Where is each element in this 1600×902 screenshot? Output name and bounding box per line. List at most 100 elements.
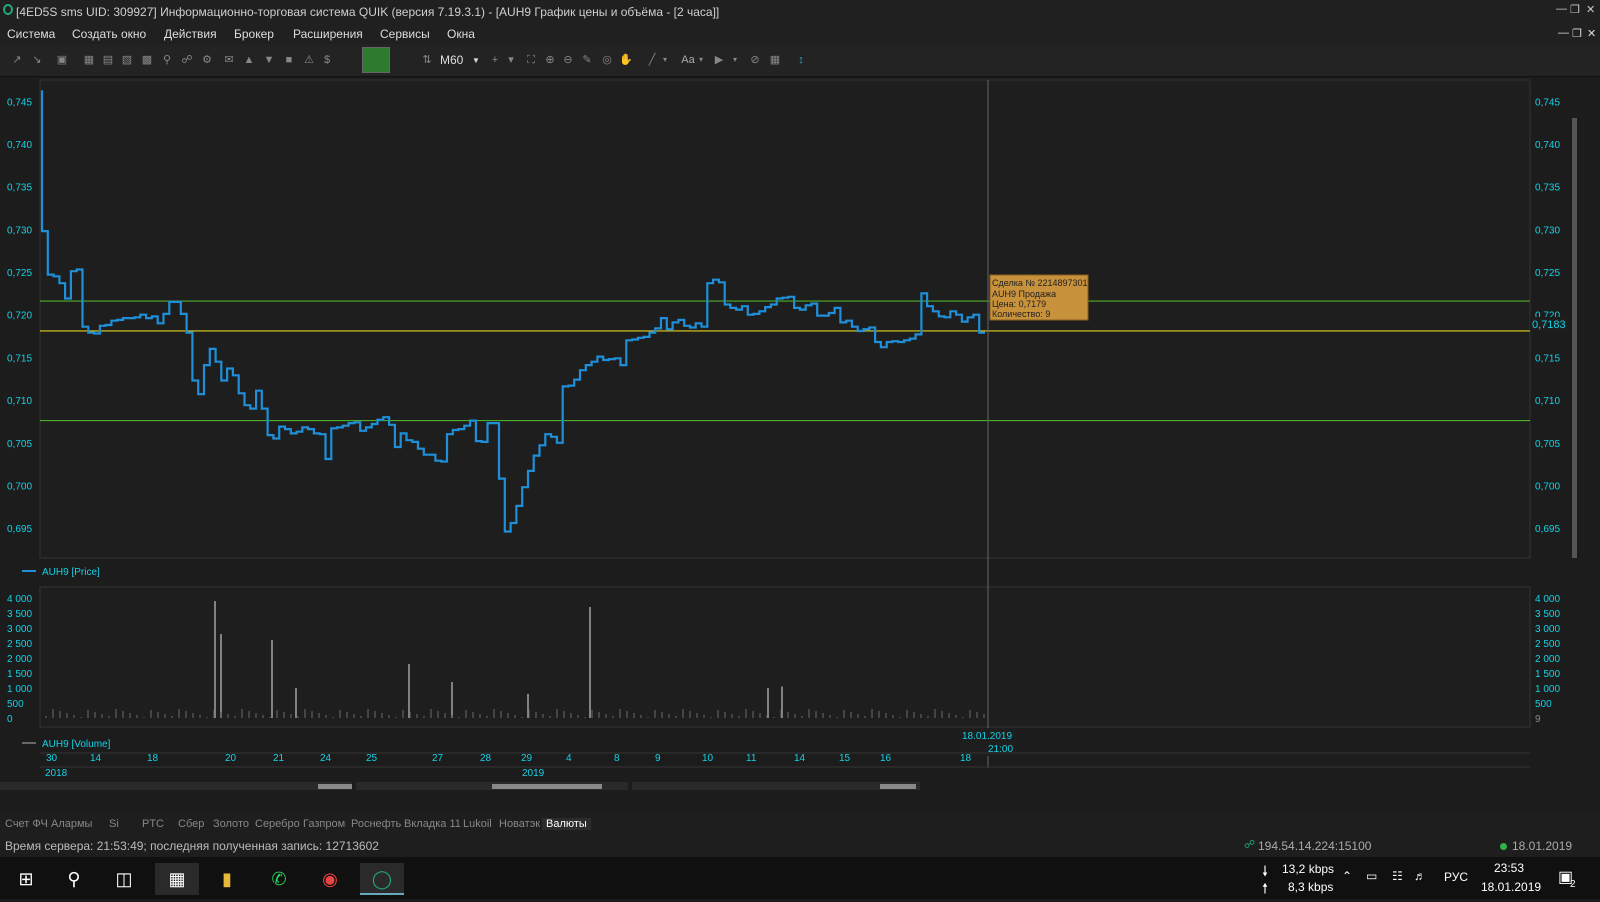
hand-icon[interactable]: ✋	[619, 53, 633, 67]
tabs-bar: Счет ФЧ Алармы Si PTC Сбер Золото Серебр…	[0, 814, 1600, 834]
child-close-icon[interactable]: ✕	[1587, 27, 1596, 40]
chrome-icon[interactable]: ◉	[308, 863, 352, 895]
tab-11[interactable]: Вкладка 11	[404, 818, 461, 830]
connect-icon[interactable]: ↗	[10, 53, 24, 67]
upload-arrow-icon: 🠕	[1262, 880, 1269, 896]
child-restore-icon[interactable]: ❐	[1572, 27, 1582, 40]
chevron-up-icon[interactable]: ⌃	[1342, 869, 1352, 883]
volume-tick-label: 2 500	[1535, 639, 1560, 650]
tab-account[interactable]: Счет ФЧ	[5, 818, 48, 830]
date-tick-label: 27	[432, 753, 444, 764]
price-tick-label: 0,710	[7, 396, 32, 407]
tab-rts[interactable]: PTC	[142, 818, 164, 830]
table-icon[interactable]: ▦	[82, 53, 96, 67]
settings-icon[interactable]: ⚙	[200, 53, 214, 67]
volume-tick-label: 3 000	[7, 624, 32, 635]
tab-lukoil[interactable]: Lukoil	[463, 818, 492, 830]
alert-icon[interactable]: ⚠	[302, 53, 316, 67]
new-window-icon[interactable]: ▣	[55, 53, 69, 67]
child-minimize-icon[interactable]: —	[1558, 27, 1569, 39]
grid-icon[interactable]: ▦	[768, 53, 782, 67]
tab-alarms[interactable]: Алармы	[51, 818, 92, 830]
scrollbar-thumb[interactable]	[492, 784, 602, 789]
clock-date[interactable]: 18.01.2019	[1481, 880, 1541, 894]
message-icon[interactable]: ✉	[222, 53, 236, 67]
marker-icon[interactable]: ▶	[712, 53, 726, 67]
menu-item-create-window[interactable]: Создать окно	[72, 27, 146, 41]
price-tick-label: 0,735	[1535, 183, 1560, 194]
language-indicator[interactable]: РУС	[1444, 870, 1468, 884]
tab-rosneft[interactable]: Роснефть	[351, 818, 401, 830]
candles-icon[interactable]: ↕	[794, 53, 808, 67]
close-icon[interactable]: ✕	[1586, 3, 1595, 16]
vertical-scrollbar[interactable]	[1572, 118, 1577, 558]
hide-icon[interactable]: ⊘	[748, 53, 762, 67]
tab-si[interactable]: Si	[109, 818, 119, 830]
windows-start-icon[interactable]: ⊞	[4, 863, 48, 895]
volume-icon[interactable]: ♬	[1414, 869, 1426, 883]
target-icon[interactable]: ◎	[600, 53, 614, 67]
price-tick-label: 0,735	[7, 183, 32, 194]
chevron-down-icon[interactable]: ▾	[728, 53, 742, 67]
clock-time[interactable]: 23:53	[1494, 861, 1524, 875]
volume-tick-label: 3 500	[1535, 609, 1560, 620]
file-explorer-icon[interactable]: ▮	[205, 863, 249, 895]
tab-currencies[interactable]: Валюты	[542, 818, 591, 830]
menu-item-actions[interactable]: Действия	[164, 27, 217, 41]
sell-icon[interactable]: ▼	[262, 53, 276, 67]
buy-icon[interactable]: ▲	[242, 53, 256, 67]
scrollbar-thumb[interactable]	[318, 784, 352, 789]
trades-icon[interactable]: ▩	[140, 53, 154, 67]
battery-icon[interactable]: ▭	[1366, 869, 1377, 883]
tooltip-line: Цена: 0,7179	[992, 299, 1046, 309]
ruler-icon[interactable]: ✎	[580, 53, 594, 67]
chevron-down-icon[interactable]: ▾	[504, 53, 518, 67]
scrollbar-thumb[interactable]	[880, 784, 916, 789]
chart-svg[interactable]: 0,745 0,740 0,735 0,730 0,725 0,720 0,715 0,710…	[0, 78, 1600, 790]
menu-item-broker[interactable]: Брокер	[234, 27, 274, 41]
date-tick-label: 28	[480, 753, 492, 764]
crosshair-icon[interactable]: +	[488, 53, 502, 67]
search-table-icon[interactable]: ⚲	[160, 53, 174, 67]
chart-area[interactable]: 0,745 0,740 0,735 0,730 0,725 0,720 0,715 0,710…	[0, 78, 1600, 790]
stop-icon[interactable]: ■	[282, 53, 296, 67]
price-tick-label: 0,695	[1535, 524, 1560, 535]
whatsapp-icon[interactable]: ✆	[257, 863, 301, 895]
wifi-icon[interactable]: ☷	[1392, 869, 1403, 883]
date-tick-label: 14	[90, 753, 102, 764]
menu-item-windows[interactable]: Окна	[447, 27, 475, 41]
restore-icon[interactable]: ❐	[1570, 3, 1580, 16]
orders-icon[interactable]: ▧	[120, 53, 134, 67]
tab-novatek[interactable]: Новатэк	[499, 818, 540, 830]
menu-item-extensions[interactable]: Расширения	[293, 27, 363, 41]
link-icon[interactable]: ☍	[180, 53, 194, 67]
menu-item-system[interactable]: Система	[7, 27, 55, 41]
tab-sber[interactable]: Сбер	[178, 818, 204, 830]
line-tool-icon[interactable]: ╱	[645, 53, 659, 67]
tab-silver[interactable]: Серебро	[255, 818, 300, 830]
volume-tick-label: 500	[7, 699, 24, 710]
calculator-icon[interactable]: ▦	[155, 863, 199, 895]
chevron-down-icon[interactable]: ▾	[658, 53, 672, 67]
chevron-down-icon[interactable]: ▾	[694, 53, 708, 67]
zoom-in-icon[interactable]: ⊕	[543, 53, 557, 67]
connection-icon: ☍	[1244, 839, 1256, 851]
timeframe-select[interactable]: M60 ▼	[428, 52, 482, 69]
price-panel	[39, 79, 1531, 559]
price-tick-label: 0,695	[7, 524, 32, 535]
search-icon[interactable]: ⚲	[52, 863, 96, 895]
money-icon[interactable]: $	[320, 53, 334, 67]
chart-thumbnail-icon[interactable]	[362, 47, 390, 73]
disconnect-icon[interactable]: ↘	[30, 53, 44, 67]
menu-item-services[interactable]: Сервисы	[380, 27, 430, 41]
zoom-out-icon[interactable]: ⊖	[561, 53, 575, 67]
quik-taskbar-icon[interactable]: ◯	[360, 863, 404, 895]
fit-icon[interactable]: ⛶	[524, 53, 538, 67]
minimize-icon[interactable]: —	[1556, 3, 1567, 15]
tab-gazprom[interactable]: Газпром	[303, 818, 345, 830]
task-view-icon[interactable]: ◫	[102, 863, 146, 895]
date-tick-label: 4	[566, 753, 572, 764]
volume-tick-label: 3 000	[1535, 624, 1560, 635]
quotes-icon[interactable]: ▤	[101, 53, 115, 67]
tab-gold[interactable]: Золото	[213, 818, 249, 830]
